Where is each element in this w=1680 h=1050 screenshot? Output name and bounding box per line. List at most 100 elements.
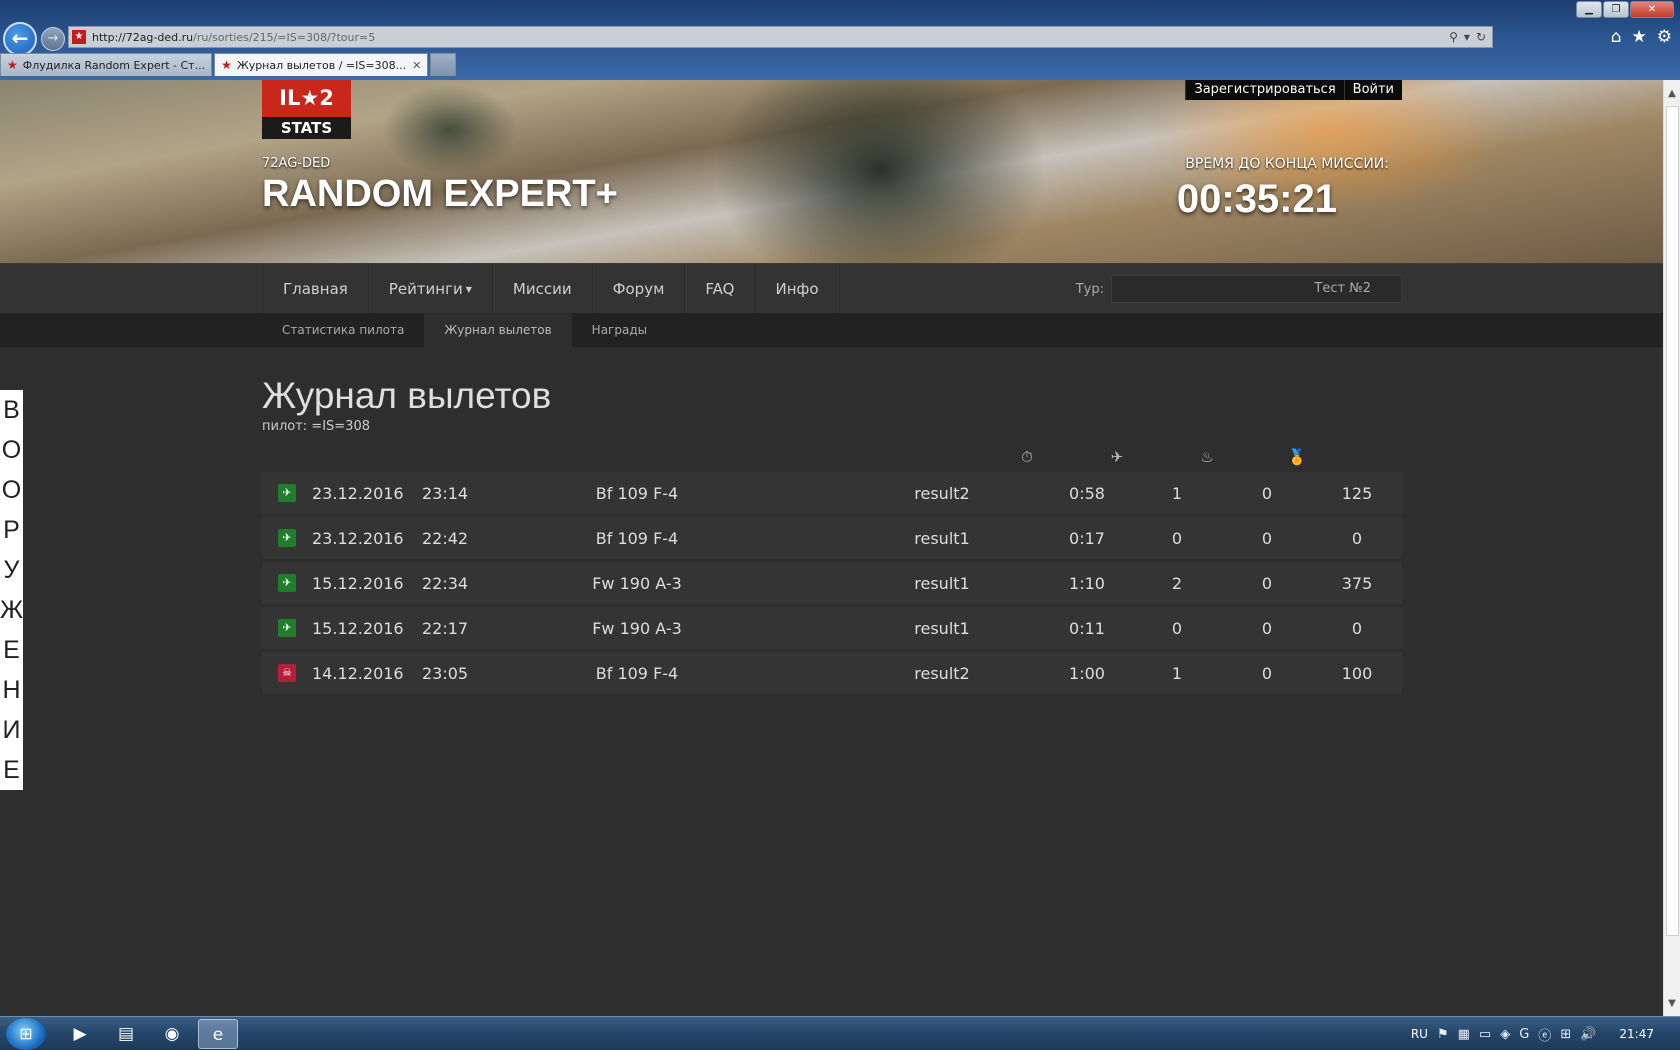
home-icon[interactable]: ⌂ bbox=[1611, 27, 1622, 47]
volume-icon[interactable]: 🔊 bbox=[1580, 1027, 1596, 1042]
login-link[interactable]: Войти bbox=[1343, 80, 1402, 100]
main-content: Журнал вылетов пилот: =IS=308 ⏱ ✈ ♨ 🏅 ✈ … bbox=[262, 347, 1402, 694]
cell-date: 23.12.2016 bbox=[312, 528, 404, 548]
scroll-thumb[interactable] bbox=[1666, 106, 1679, 936]
nvidia-icon[interactable]: ◈ bbox=[1500, 1027, 1510, 1042]
table-row[interactable]: ✈ 15.12.2016 22:17 Fw 190 A-3 result1 0:… bbox=[262, 607, 1402, 649]
cell-air-kills: 0 bbox=[1171, 618, 1183, 638]
address-bar[interactable]: ★ http://72ag-ded.ru/ru/sorties/215/=IS=… bbox=[68, 26, 1493, 48]
side-weapons-widget[interactable]: В О О Р У Ж Е Н И Е bbox=[0, 390, 23, 790]
address-url-path: /ru/sorties/215/=IS=308/?tour=5 bbox=[193, 30, 376, 44]
nav-item-forum[interactable]: Форум bbox=[593, 264, 686, 314]
cell-aircraft: Fw 190 A-3 bbox=[592, 573, 682, 593]
close-window-button[interactable]: ✕ bbox=[1630, 1, 1674, 18]
app-tray-icon[interactable]: ⓔ bbox=[1538, 1025, 1551, 1044]
arrow-left-icon: ← bbox=[11, 26, 29, 50]
tab-label: Флудилка Random Expert - Ст... bbox=[22, 58, 206, 72]
nav-item-info[interactable]: Инфо bbox=[755, 264, 840, 314]
side-letter: У bbox=[3, 556, 20, 584]
flag-icon[interactable]: ⚑ bbox=[1437, 1027, 1449, 1042]
browser-tab-sorties[interactable]: ★ Журнал вылетов / =IS=308... ✕ bbox=[214, 53, 429, 76]
clock[interactable]: 21:47 bbox=[1619, 1027, 1654, 1041]
browser-toolbar-right: ⌂ ★ ⚙ bbox=[1611, 27, 1672, 47]
cell-date: 14.12.2016 bbox=[312, 663, 404, 683]
tab-awards[interactable]: Награды bbox=[572, 313, 667, 347]
status-cell: ✈ bbox=[262, 529, 312, 547]
nav-item-faq[interactable]: FAQ bbox=[685, 264, 756, 314]
favorites-star-icon[interactable]: ★ bbox=[1632, 27, 1647, 47]
status-cell: ✈ bbox=[262, 574, 312, 592]
tour-select[interactable]: Тест №2 bbox=[1111, 275, 1402, 303]
cell-ground-kills: 0 bbox=[1261, 618, 1273, 638]
server-name: 72AG-DED bbox=[262, 156, 331, 171]
vertical-scrollbar[interactable]: ▲ ▼ bbox=[1663, 80, 1680, 1016]
tab-close-icon[interactable]: ✕ bbox=[412, 59, 421, 72]
status-cell: ✈ bbox=[262, 484, 312, 502]
cell-score: 0 bbox=[1351, 528, 1363, 548]
address-url-host: http://72ag-ded.ru bbox=[92, 30, 194, 44]
minimize-button[interactable]: ▁ bbox=[1576, 1, 1602, 18]
network-icon[interactable]: ▦ bbox=[1458, 1027, 1470, 1042]
cell-date: 23.12.2016 bbox=[312, 483, 404, 503]
taskbar-explorer[interactable]: ▤ bbox=[106, 1019, 146, 1049]
back-button[interactable]: ← bbox=[3, 22, 37, 56]
logo-bottom: STATS bbox=[262, 117, 351, 139]
cell-aircraft: Fw 190 A-3 bbox=[592, 618, 682, 638]
network-status-icon[interactable]: ⊞ bbox=[1560, 1027, 1571, 1042]
cell-ground-kills: 0 bbox=[1261, 483, 1273, 503]
browser-tab-forum[interactable]: ★ Флудилка Random Expert - Ст... bbox=[0, 53, 213, 76]
internet-explorer-icon: e bbox=[212, 1025, 224, 1045]
cell-air-kills: 0 bbox=[1171, 528, 1183, 548]
search-icon[interactable]: ⚲ bbox=[1449, 30, 1458, 44]
mission-timer-label: ВРЕМЯ ДО КОНЦА МИССИИ: bbox=[1185, 156, 1389, 172]
dropdown-icon[interactable]: ▾ bbox=[1464, 30, 1470, 44]
side-letter: Р bbox=[3, 516, 20, 544]
table-row[interactable]: ✈ 23.12.2016 23:14 Bf 109 F-4 result2 0:… bbox=[262, 472, 1402, 514]
cell-air-kills: 2 bbox=[1171, 573, 1183, 593]
tour-selector: Тур: Тест №2 bbox=[1076, 275, 1402, 303]
cell-flight-time: 0:58 bbox=[1069, 483, 1105, 503]
scroll-up-icon[interactable]: ▲ bbox=[1664, 86, 1680, 102]
nav-item-ratings[interactable]: Рейтинги ▼ bbox=[369, 264, 493, 314]
logitech-icon[interactable]: G bbox=[1519, 1027, 1529, 1042]
scroll-down-icon[interactable]: ▼ bbox=[1664, 996, 1680, 1012]
cell-result: result1 bbox=[914, 573, 970, 593]
windows-taskbar: ⊞ ▶ ▤ ◉ e RU ⚑ ▦ ▭ ◈ G ⓔ ⊞ 🔊 21:47 bbox=[0, 1016, 1680, 1050]
settings-gear-icon[interactable]: ⚙ bbox=[1657, 27, 1672, 47]
taskbar-chrome[interactable]: ◉ bbox=[152, 1019, 192, 1049]
system-tray: RU ⚑ ▦ ▭ ◈ G ⓔ ⊞ 🔊 21:47 bbox=[1411, 1017, 1674, 1050]
register-link[interactable]: Зарегистрироваться bbox=[1185, 80, 1344, 100]
browser-tabs: ★ Флудилка Random Expert - Ст... ★ Журна… bbox=[0, 53, 458, 76]
printer-icon[interactable]: ▭ bbox=[1479, 1027, 1491, 1042]
table-row[interactable]: ✈ 15.12.2016 22:34 Fw 190 A-3 result1 1:… bbox=[262, 562, 1402, 604]
landed-plane-icon: ✈ bbox=[278, 574, 296, 592]
table-row[interactable]: ✈ 23.12.2016 22:42 Bf 109 F-4 result1 0:… bbox=[262, 517, 1402, 559]
tab-sorties-log[interactable]: Журнал вылетов bbox=[424, 313, 572, 347]
taskbar-media-player[interactable]: ▶ bbox=[60, 1019, 100, 1049]
il2-stats-logo[interactable]: IL★2 STATS bbox=[262, 80, 351, 139]
page-viewport: IL★2 STATS 72AG-DED RANDOM EXPERT+ Зарег… bbox=[0, 80, 1663, 1016]
landed-plane-icon: ✈ bbox=[278, 484, 296, 502]
site-header: IL★2 STATS 72AG-DED RANDOM EXPERT+ Зарег… bbox=[0, 80, 1663, 263]
taskbar-internet-explorer[interactable]: e bbox=[198, 1019, 238, 1049]
language-indicator[interactable]: RU bbox=[1411, 1027, 1428, 1041]
page-title: Журнал вылетов bbox=[262, 375, 552, 416]
tab-pilot-stats[interactable]: Статистика пилота bbox=[262, 313, 424, 347]
tab-label: Журнал вылетов / =IS=308... bbox=[236, 58, 407, 72]
refresh-icon[interactable]: ↻ bbox=[1476, 30, 1486, 44]
new-tab-button[interactable] bbox=[430, 53, 457, 76]
nav-item-missions[interactable]: Миссии bbox=[493, 264, 593, 314]
media-player-icon: ▶ bbox=[73, 1024, 87, 1044]
medal-icon: 🏅 bbox=[1287, 448, 1307, 466]
main-navigation-inner: Главная Рейтинги ▼ Миссии Форум FAQ Инфо … bbox=[262, 264, 1402, 314]
side-letter: Е bbox=[3, 756, 20, 784]
chrome-icon: ◉ bbox=[164, 1024, 180, 1044]
stopwatch-icon: ⏱ bbox=[1021, 448, 1033, 466]
start-button[interactable]: ⊞ bbox=[6, 1018, 46, 1050]
nav-item-home[interactable]: Главная bbox=[263, 264, 369, 314]
header-inner: IL★2 STATS 72AG-DED RANDOM EXPERT+ Зарег… bbox=[262, 80, 1402, 263]
forward-button[interactable]: → bbox=[41, 27, 65, 51]
cell-time: 22:34 bbox=[422, 573, 469, 593]
restore-button[interactable]: ❐ bbox=[1603, 1, 1629, 18]
table-row[interactable]: ☠ 14.12.2016 23:05 Bf 109 F-4 result2 1:… bbox=[262, 652, 1402, 694]
